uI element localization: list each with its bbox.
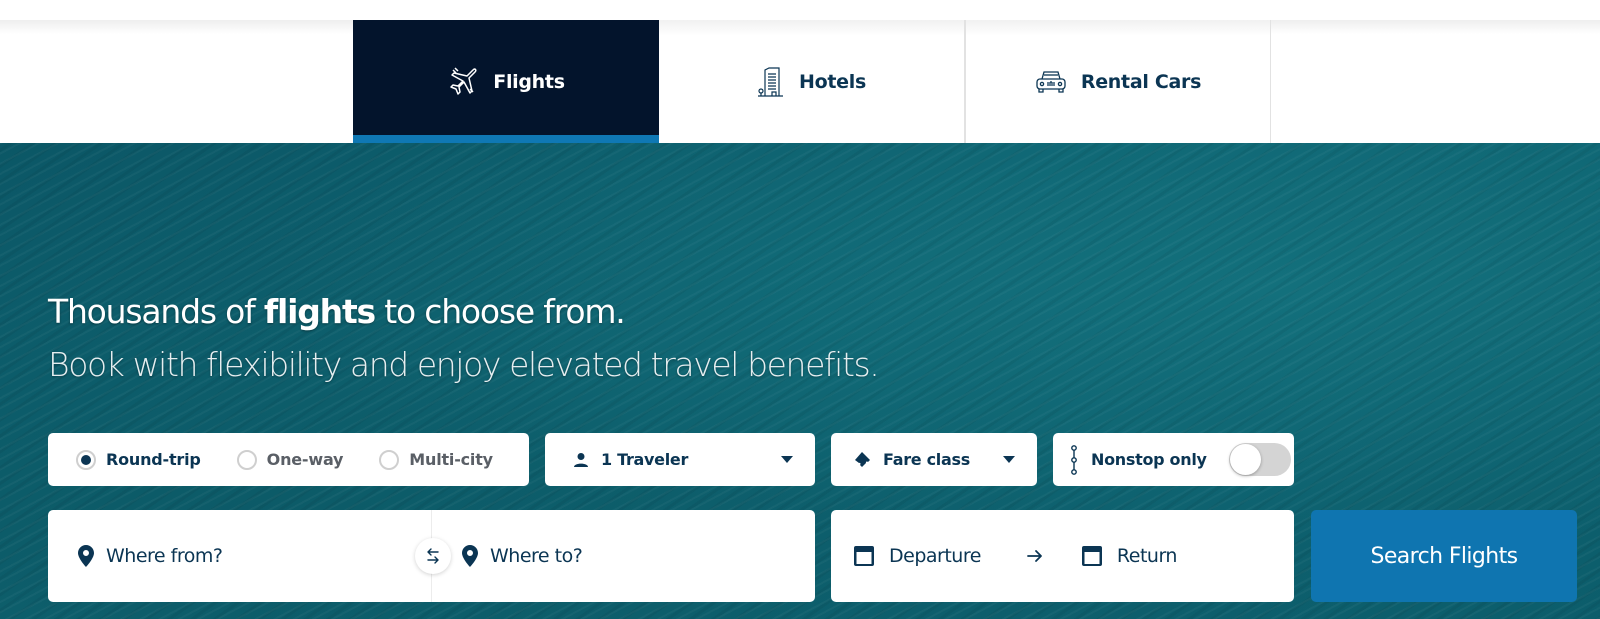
headline-text: to choose from. xyxy=(374,292,626,331)
hero-subheadline: Book with flexibility and enjoy elevated… xyxy=(48,345,880,384)
tab-label: Rental Cars xyxy=(1080,70,1202,93)
swap-arrows-icon xyxy=(426,548,440,564)
radio-label: Multi-city xyxy=(409,450,493,469)
radio-label: One-way xyxy=(266,450,344,469)
car-icon xyxy=(1035,69,1067,95)
hero-headline: Thousands of flights to choose from. xyxy=(48,292,626,331)
departure-placeholder: Departure xyxy=(889,545,981,567)
radio-multi-city[interactable]: Multi-city xyxy=(379,449,493,470)
tab-rental-cars[interactable]: Rental Cars xyxy=(965,20,1271,143)
tab-hotels[interactable]: Hotels xyxy=(659,20,965,143)
trip-type-group: Round-trip One-way Multi-city xyxy=(48,433,529,486)
swap-locations-button[interactable] xyxy=(415,538,451,574)
return-date-field[interactable]: Return xyxy=(1081,545,1177,567)
fare-class-dropdown[interactable]: Fare class xyxy=(831,433,1037,486)
fare-class-label: Fare class xyxy=(883,450,970,469)
map-pin-icon xyxy=(78,545,94,567)
ticket-icon xyxy=(853,451,871,469)
radio-button[interactable] xyxy=(379,449,400,470)
departure-date-field[interactable]: Departure xyxy=(853,545,981,567)
top-bar xyxy=(0,0,1600,20)
radio-button[interactable] xyxy=(236,449,257,470)
calendar-icon xyxy=(1081,545,1103,567)
tab-label: Hotels xyxy=(799,70,866,93)
origin-placeholder: Where from? xyxy=(106,545,223,567)
radio-button-checked[interactable] xyxy=(76,449,96,470)
origin-field[interactable]: Where from? xyxy=(48,510,431,602)
airplane-icon xyxy=(447,66,479,98)
route-stops-icon xyxy=(1069,444,1079,475)
headline-text: Thousands of xyxy=(48,292,264,331)
radio-label: Round-trip xyxy=(106,450,201,469)
nonstop-label: Nonstop only xyxy=(1091,450,1207,469)
route-fields: Where from? Where to? xyxy=(48,510,815,602)
calendar-icon xyxy=(853,545,875,567)
headline-emphasis: flights xyxy=(263,292,376,331)
return-placeholder: Return xyxy=(1116,545,1178,567)
tab-flights[interactable]: Flights xyxy=(353,20,659,143)
radio-round-trip[interactable]: Round-trip xyxy=(76,449,201,470)
search-flights-button[interactable]: Search Flights xyxy=(1311,510,1577,602)
destination-field[interactable]: Where to? xyxy=(431,510,815,602)
person-icon xyxy=(573,452,589,468)
nonstop-toggle-switch[interactable] xyxy=(1228,443,1291,476)
radio-one-way[interactable]: One-way xyxy=(236,449,344,470)
arrow-right-icon xyxy=(1027,549,1043,563)
chevron-down-icon xyxy=(1003,456,1015,463)
tab-label: Flights xyxy=(493,70,565,93)
chevron-down-icon xyxy=(781,456,793,463)
nonstop-toggle-card: Nonstop only xyxy=(1053,433,1294,486)
date-fields: Departure Return xyxy=(831,510,1294,602)
map-pin-icon xyxy=(462,545,478,567)
destination-placeholder: Where to? xyxy=(490,545,583,567)
hotel-building-icon xyxy=(757,66,785,98)
travelers-dropdown[interactable]: 1 Traveler xyxy=(545,433,815,486)
travelers-label: 1 Traveler xyxy=(601,450,689,469)
